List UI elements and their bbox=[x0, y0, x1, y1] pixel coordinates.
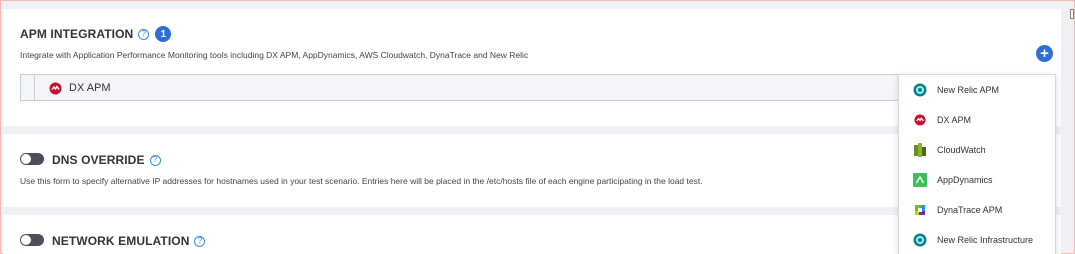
dropdown-item-new-relic-apm[interactable]: New Relic APM bbox=[899, 75, 1055, 105]
dns-override-toggle[interactable] bbox=[20, 153, 44, 165]
dropdown-item-dynatrace-apm[interactable]: DynaTrace APM bbox=[899, 195, 1055, 225]
dynatrace-icon bbox=[912, 202, 928, 218]
dx-apm-icon bbox=[49, 82, 62, 100]
network-section-header: NETWORK EMULATION ? bbox=[52, 234, 206, 248]
new-relic-icon bbox=[912, 82, 928, 98]
dropdown-item-label: DynaTrace APM bbox=[937, 205, 1003, 215]
appdynamics-icon bbox=[912, 172, 928, 188]
apm-count-badge: 1 bbox=[155, 26, 172, 42]
add-apm-button[interactable]: + bbox=[1036, 45, 1053, 62]
dns-section-header: DNS OVERRIDE ? bbox=[52, 153, 161, 167]
dropdown-item-label: New Relic APM bbox=[937, 85, 1000, 95]
network-emulation-toggle[interactable] bbox=[20, 234, 44, 246]
new-relic-icon bbox=[912, 232, 928, 248]
dropdown-item-label: DX APM bbox=[937, 115, 972, 125]
help-icon[interactable]: ? bbox=[138, 28, 150, 40]
help-icon[interactable]: ? bbox=[149, 154, 161, 166]
cloudwatch-icon bbox=[912, 142, 928, 158]
dns-title: DNS OVERRIDE bbox=[52, 153, 145, 167]
apm-provider-dropdown: New Relic APM DX APM CloudWatch AppDynam… bbox=[898, 74, 1056, 254]
dx-apm-icon bbox=[912, 112, 928, 128]
network-title: NETWORK EMULATION bbox=[52, 234, 190, 248]
dropdown-item-label: AppDynamics bbox=[937, 175, 993, 185]
apm-row-label: DX APM bbox=[69, 81, 111, 94]
dropdown-item-appdynamics[interactable]: AppDynamics bbox=[899, 165, 1055, 195]
dns-description: Use this form to specify alternative IP … bbox=[20, 176, 703, 186]
scrollbar-thumb[interactable] bbox=[1070, 9, 1074, 19]
apm-section-header: APM INTEGRATION ? 1 bbox=[20, 26, 172, 42]
dropdown-item-new-relic-infrastructure[interactable]: New Relic Infrastructure bbox=[899, 225, 1055, 254]
apm-title: APM INTEGRATION bbox=[20, 27, 134, 41]
help-icon[interactable]: ? bbox=[194, 235, 206, 247]
apm-description: Integrate with Application Performance M… bbox=[20, 50, 529, 60]
dropdown-item-cloudwatch[interactable]: CloudWatch bbox=[899, 135, 1055, 165]
dropdown-item-label: CloudWatch bbox=[937, 145, 986, 155]
dropdown-item-dx-apm[interactable]: DX APM bbox=[899, 105, 1055, 135]
dropdown-item-label: New Relic Infrastructure bbox=[937, 235, 1034, 245]
row-drag-handle[interactable] bbox=[21, 75, 35, 100]
